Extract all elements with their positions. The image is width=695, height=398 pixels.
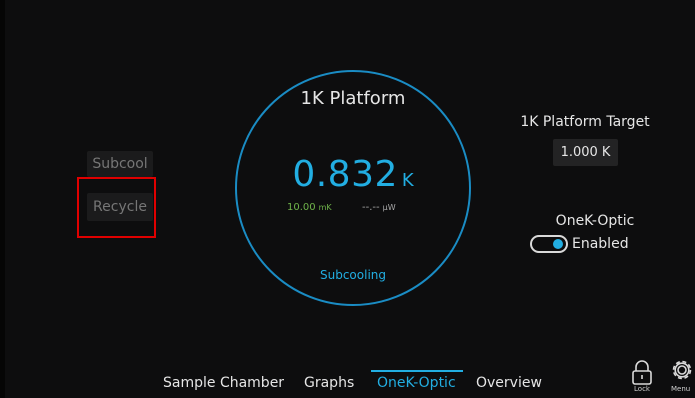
tab-graphs[interactable]: Graphs — [304, 375, 354, 391]
menu-label: Menu — [671, 385, 691, 393]
lock-button[interactable]: Lock — [627, 359, 657, 395]
tab-overview[interactable]: Overview — [476, 375, 542, 391]
temperature-unit: K — [401, 170, 414, 191]
tab-onek-optic[interactable]: OneK-Optic — [377, 375, 456, 391]
active-tab-indicator — [371, 370, 463, 372]
tab-sample-chamber[interactable]: Sample Chamber — [163, 375, 284, 391]
dial-title: 1K Platform — [300, 88, 406, 109]
subcool-button[interactable]: Subcool — [87, 151, 153, 177]
target-label: 1K Platform Target — [520, 114, 650, 130]
status-text: Subcooling — [319, 268, 386, 282]
screen-bezel — [0, 0, 5, 398]
setpoint-unit: mK — [318, 203, 332, 212]
toggle-state-label: Enabled — [572, 236, 629, 252]
power-readout: --.-- µW — [362, 202, 396, 213]
lock-label: Lock — [634, 385, 650, 393]
lock-icon — [632, 360, 652, 385]
toggle-knob — [553, 239, 563, 249]
setpoint-readout: 10.00 mK — [287, 202, 332, 213]
onek-optic-label: OneK-Optic — [555, 213, 635, 229]
setpoint-value: 10.00 — [287, 202, 316, 213]
gear-icon — [672, 360, 692, 380]
recycle-highlight-box — [77, 177, 156, 238]
onek-optic-toggle[interactable] — [530, 235, 568, 253]
temperature-readout: 0.832 K — [235, 154, 471, 195]
power-value: --.-- — [362, 202, 380, 213]
power-unit: µW — [382, 203, 396, 212]
target-value-field[interactable]: 1.000 K — [553, 139, 618, 166]
dial-content: 1K Platform 0.832 K Subcooling — [235, 0, 471, 398]
temperature-value: 0.832 — [292, 154, 398, 195]
onek-optic-screen: Subcool Recycle 1K Platform 0.832 K Subco… — [0, 0, 695, 398]
menu-button[interactable]: Menu — [668, 357, 695, 395]
